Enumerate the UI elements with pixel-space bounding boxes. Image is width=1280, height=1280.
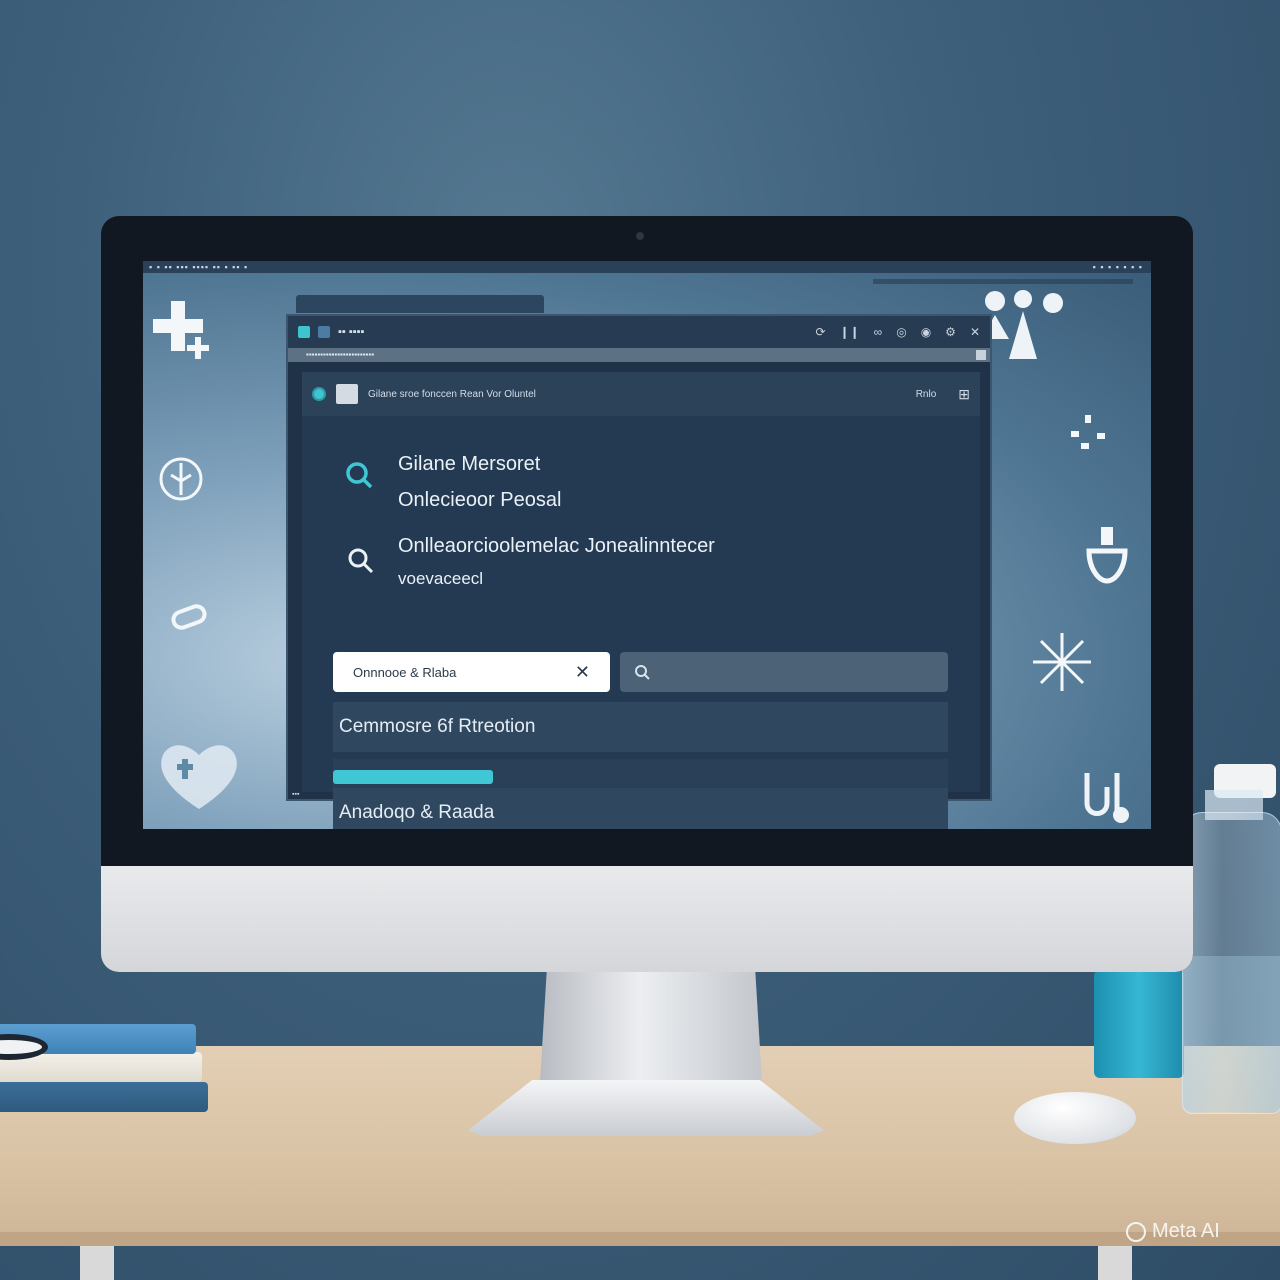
app-tabstrip[interactable]: [296, 295, 544, 313]
app-titlebar[interactable]: ▪▪ ▪▪▪▪ ⟳ ❙❙ ∞ ◎ ◉ ⚙ ✕: [288, 316, 990, 348]
stethoscope-icon[interactable]: [1077, 767, 1137, 829]
status-dot-icon: [312, 387, 326, 401]
app-icon-secondary[interactable]: [318, 326, 330, 338]
search-result[interactable]: Gilane Mersoret Onlecieoor Peosal: [398, 446, 561, 518]
close-icon[interactable]: ✕: [575, 662, 590, 683]
progress-fill: [333, 770, 493, 784]
status-text: ▪▪▪: [292, 791, 300, 798]
menu-bar[interactable]: ▪ ▪ ▪▪ ▪▪▪ ▪▪▪▪ ▪▪ ▪ ▪▪ ▪ ▪ ▪ ▪ ▪ ▪ ▪ ▪: [143, 261, 1151, 273]
result-subtitle: Onlecieoor Peosal: [398, 489, 562, 511]
search-icon: [346, 546, 376, 576]
book-bottom: [0, 1082, 208, 1112]
plus-cross-icon[interactable]: [151, 297, 215, 361]
pause-icon[interactable]: ❙❙: [840, 325, 860, 339]
pill-icon[interactable]: [169, 601, 209, 635]
search-icon: [635, 665, 650, 680]
meta-logo-icon: [1126, 1221, 1146, 1242]
watermark: Meta AI: [1126, 1220, 1220, 1243]
menu-bar-right[interactable]: ▪ ▪ ▪ ▪ ▪ ▪ ▪: [1093, 261, 1143, 273]
dots-icon[interactable]: [1067, 411, 1111, 455]
search-result[interactable]: Onlleaorcioolemelac Jonealinntecer voeva…: [398, 528, 715, 594]
app-window: ▪▪ ▪▪▪▪ ⟳ ❙❙ ∞ ◎ ◉ ⚙ ✕ ▪▪▪▪▪▪▪▪▪▪▪▪▪▪▪▪▪…: [286, 314, 992, 829]
list-item-label: Anadoqo & Raada: [339, 802, 495, 823]
bottle-water: [1183, 956, 1280, 1112]
close-icon[interactable]: ✕: [970, 325, 980, 339]
grid-icon[interactable]: ⊞: [958, 386, 970, 403]
lungs-icon[interactable]: [151, 455, 211, 503]
info-icon[interactable]: ◉: [921, 325, 931, 339]
monitor-chin: [101, 866, 1193, 972]
desk-edge: [0, 1232, 1280, 1246]
content-header-right-text: Rnlo: [915, 388, 937, 400]
titlebar-controls: ⟳ ❙❙ ∞ ◎ ◉ ⚙ ✕: [815, 325, 980, 339]
link-icon[interactable]: ∞: [874, 325, 883, 339]
heart-icon[interactable]: [155, 739, 243, 811]
content-header: Gilane sroe fonccen Rean Vor Oluntel Rnl…: [302, 372, 980, 416]
watermark-text: Meta AI: [1152, 1220, 1220, 1242]
snowflake-icon[interactable]: [1031, 631, 1093, 693]
cup: [1094, 970, 1184, 1078]
sync-icon[interactable]: ⟳: [815, 325, 825, 339]
path-text: ▪▪▪▪▪▪▪▪▪▪▪▪▪▪▪▪▪▪▪▪▪▪▪▪: [306, 350, 375, 359]
status-bar: ▪▪▪: [288, 791, 990, 799]
menu-bar-left[interactable]: ▪ ▪ ▪▪ ▪▪▪ ▪▪▪▪ ▪▪ ▪ ▪▪ ▪: [149, 262, 248, 272]
list-item-label: Cemmosre 6f Rtreotion: [339, 716, 536, 737]
search-icon: [344, 460, 374, 490]
list-item[interactable]: Cemmosre 6f Rtreotion: [333, 702, 948, 752]
path-bar-button[interactable]: [976, 350, 986, 360]
content-header-right: Rnlo ⊞: [916, 386, 970, 403]
monitor-stand: [540, 972, 762, 1082]
mouse[interactable]: [1014, 1092, 1136, 1144]
camera: [636, 232, 644, 240]
monitor-stand-base: [468, 1080, 824, 1136]
gear-icon[interactable]: ⚙: [945, 325, 956, 339]
search-input[interactable]: [620, 652, 948, 692]
app-title: ▪▪ ▪▪▪▪: [338, 326, 365, 338]
screen: ▪ ▪ ▪▪ ▪▪▪ ▪▪▪▪ ▪▪ ▪ ▪▪ ▪ ▪ ▪ ▪ ▪ ▪ ▪ ▪ …: [143, 261, 1151, 829]
filter-chip[interactable]: Onnnooe & Rlaba ✕: [333, 652, 610, 692]
app-icon[interactable]: [298, 326, 310, 338]
target-icon[interactable]: ◎: [896, 325, 906, 339]
sub-bar: [143, 277, 1151, 287]
desk-leg-right: [1098, 1246, 1132, 1280]
sub-bar-track: [873, 279, 1133, 284]
filter-chip-label: Onnnooe & Rlaba: [353, 664, 457, 680]
content-header-text: Gilane sroe fonccen Rean Vor Oluntel: [368, 388, 536, 400]
result-subtitle: voevaceecl: [398, 569, 484, 588]
app-body: Gilane sroe fonccen Rean Vor Oluntel Rnl…: [302, 372, 980, 829]
path-bar[interactable]: ▪▪▪▪▪▪▪▪▪▪▪▪▪▪▪▪▪▪▪▪▪▪▪▪: [288, 348, 990, 362]
mortar-icon[interactable]: [1085, 525, 1129, 585]
result-title[interactable]: Onlleaorcioolemelac Jonealinntecer: [398, 528, 715, 564]
result-title[interactable]: Gilane Mersoret: [398, 446, 561, 482]
desk-leg-left: [80, 1246, 114, 1280]
file-icon[interactable]: [336, 384, 358, 404]
